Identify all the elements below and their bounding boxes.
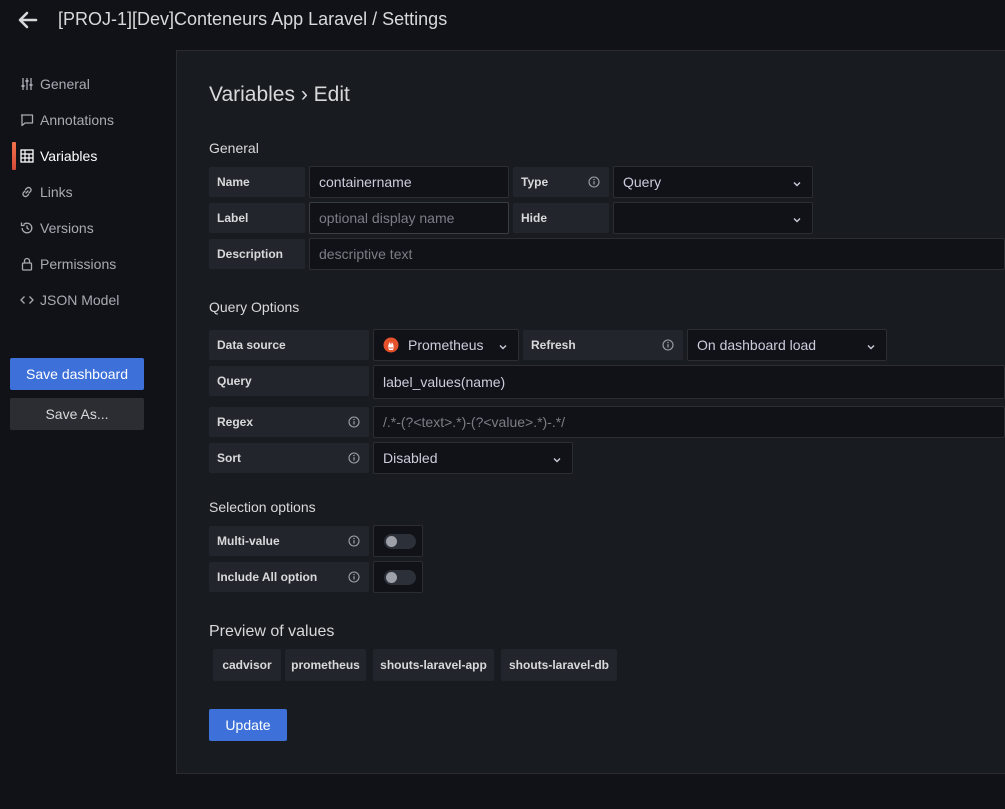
- regex-input[interactable]: /.*-(?<text>.*)-(?<value>.*)-.*/: [373, 406, 1005, 438]
- info-icon[interactable]: [348, 452, 360, 464]
- query-label: Query: [209, 366, 369, 396]
- include-all-label: Include All option: [209, 562, 369, 592]
- sort-select-value: Disabled: [383, 450, 438, 466]
- type-select[interactable]: Query: [613, 166, 813, 198]
- sidebar-item-variables[interactable]: Variables: [0, 138, 160, 174]
- chevron-down-icon: [792, 212, 802, 223]
- refresh-select-value: On dashboard load: [697, 337, 817, 353]
- info-icon[interactable]: [348, 416, 360, 428]
- include-all-label-text: Include All option: [217, 570, 318, 584]
- type-select-value: Query: [623, 174, 662, 190]
- query-options-heading: Query Options: [209, 299, 300, 315]
- top-bar: [PROJ-1][Dev]Conteneurs App Laravel / Se…: [0, 0, 1005, 40]
- name-label: Name: [209, 167, 305, 197]
- preview-value-tag: cadvisor: [213, 649, 281, 681]
- datasource-select-value: Prometheus: [408, 337, 484, 353]
- link-icon: [20, 185, 34, 199]
- preview-value-tag: prometheus: [285, 649, 366, 681]
- comment-icon: [20, 113, 34, 127]
- selection-options-heading: Selection options: [209, 499, 316, 515]
- save-dashboard-button[interactable]: Save dashboard: [10, 358, 144, 390]
- description-label: Description: [209, 239, 305, 269]
- lock-icon: [20, 257, 34, 271]
- sidebar-item-label: Versions: [40, 220, 94, 236]
- toggle-switch: [384, 534, 416, 549]
- toggle-switch: [384, 570, 416, 585]
- info-icon[interactable]: [348, 571, 360, 583]
- preview-value-tag: shouts-laravel-db: [501, 649, 617, 681]
- preview-value-tag: shouts-laravel-app: [373, 649, 494, 681]
- datasource-label: Data source: [209, 330, 369, 360]
- sidebar-item-label: General: [40, 76, 90, 92]
- sidebar-item-links[interactable]: Links: [0, 174, 160, 210]
- code-icon: [20, 293, 34, 307]
- label-label: Label: [209, 203, 305, 233]
- history-icon: [20, 221, 34, 235]
- info-icon[interactable]: [348, 535, 360, 547]
- sidebar-item-general[interactable]: General: [0, 66, 160, 102]
- sort-label-text: Sort: [217, 451, 241, 465]
- info-icon[interactable]: [588, 176, 600, 188]
- hide-select[interactable]: [613, 202, 813, 234]
- chevron-down-icon: [552, 452, 562, 463]
- type-label-text: Type: [521, 175, 549, 189]
- include-all-toggle[interactable]: [373, 561, 423, 593]
- info-icon[interactable]: [662, 339, 674, 351]
- refresh-label: Refresh: [523, 330, 683, 360]
- sidebar-item-label: Links: [40, 184, 73, 200]
- chevron-down-icon: [792, 176, 802, 187]
- page-title: [PROJ-1][Dev]Conteneurs App Laravel / Se…: [58, 9, 448, 29]
- regex-label-text: Regex: [217, 415, 254, 429]
- settings-sidebar: General Annotations Variables Links Vers…: [0, 66, 160, 318]
- sidebar-item-label: Permissions: [40, 256, 117, 272]
- datasource-select[interactable]: Prometheus: [373, 329, 519, 361]
- type-label: Type: [513, 167, 609, 197]
- save-as-button[interactable]: Save As...: [10, 398, 144, 430]
- sidebar-item-versions[interactable]: Versions: [0, 210, 160, 246]
- multi-value-label: Multi-value: [209, 526, 369, 556]
- name-input[interactable]: containername: [309, 166, 509, 198]
- regex-label: Regex: [209, 407, 369, 437]
- chevron-down-icon: [498, 339, 508, 350]
- sidebar-item-label: JSON Model: [40, 292, 120, 308]
- general-heading: General: [209, 140, 259, 156]
- sidebar-item-permissions[interactable]: Permissions: [0, 246, 160, 282]
- sidebar-item-label: Variables: [40, 148, 98, 164]
- sort-select[interactable]: Disabled: [373, 442, 573, 474]
- multi-value-label-text: Multi-value: [217, 534, 280, 548]
- back-arrow-icon[interactable]: [14, 8, 42, 32]
- sidebar-item-label: Annotations: [40, 112, 114, 128]
- multi-value-toggle[interactable]: [373, 525, 423, 557]
- prometheus-icon: [383, 337, 399, 353]
- preview-heading: Preview of values: [209, 623, 335, 640]
- label-input[interactable]: optional display name: [309, 202, 509, 234]
- update-button[interactable]: Update: [209, 709, 287, 741]
- chevron-down-icon: [866, 339, 876, 350]
- sliders-icon: [20, 77, 34, 91]
- sort-label: Sort: [209, 443, 369, 473]
- description-input[interactable]: descriptive text: [309, 238, 1005, 270]
- sidebar-item-json-model[interactable]: JSON Model: [0, 282, 160, 318]
- refresh-select[interactable]: On dashboard load: [687, 329, 887, 361]
- hide-label: Hide: [513, 203, 609, 233]
- query-input[interactable]: label_values(name): [373, 365, 1005, 399]
- refresh-label-text: Refresh: [531, 338, 576, 352]
- calculator-icon: [20, 149, 34, 163]
- editor-title: Variables › Edit: [209, 83, 350, 106]
- sidebar-item-annotations[interactable]: Annotations: [0, 102, 160, 138]
